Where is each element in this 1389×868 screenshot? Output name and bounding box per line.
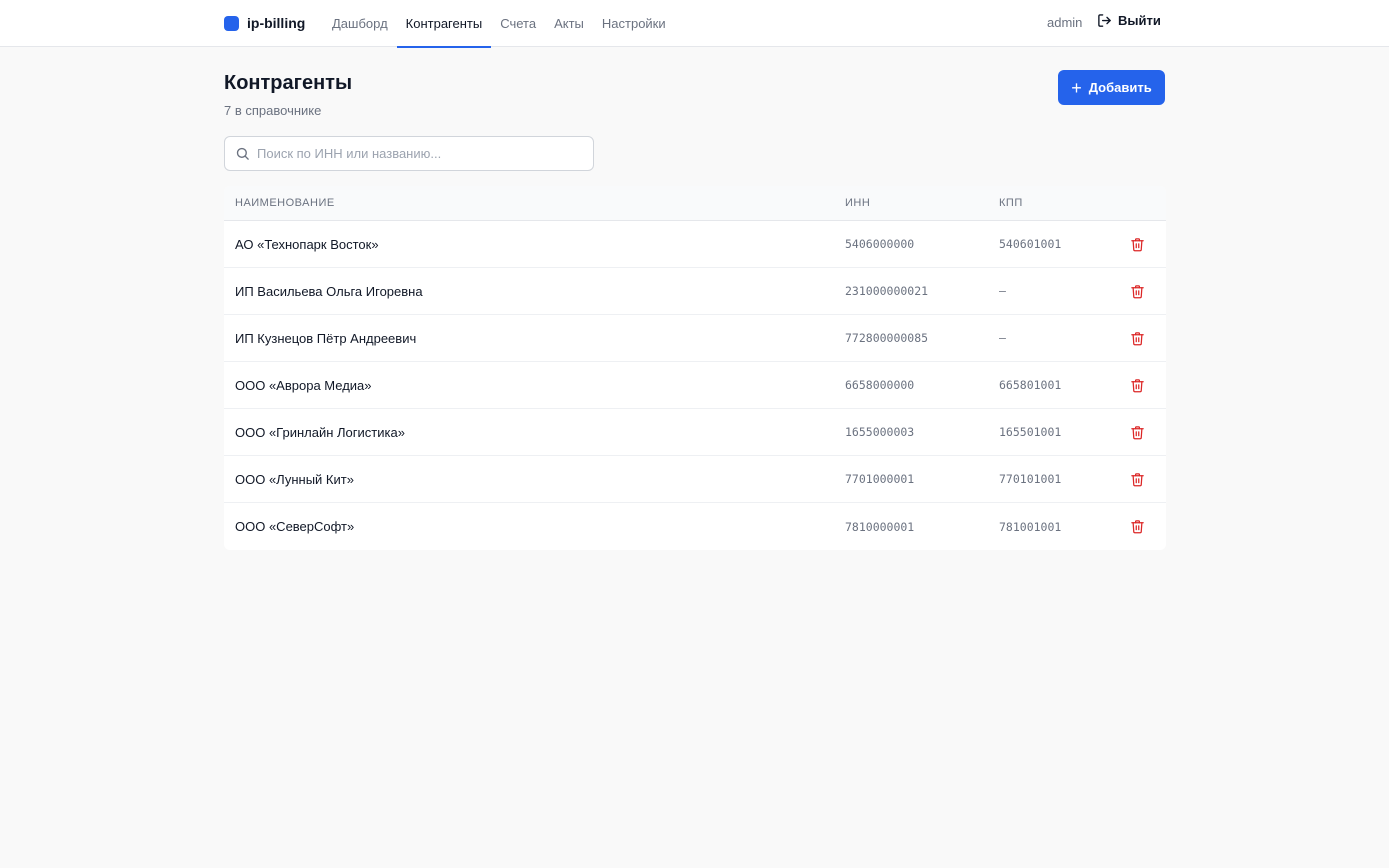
counterparty-name: ИП Васильева Ольга Игоревна <box>235 283 423 299</box>
logout-button[interactable]: Выйти <box>1097 13 1161 28</box>
delete-button[interactable] <box>1130 237 1145 257</box>
user-name: admin <box>1047 15 1083 30</box>
counterparty-inn: 772800000085 <box>845 331 929 345</box>
counterparty-kpp: 781001001 <box>999 519 1062 534</box>
page-title: Контрагенты <box>224 72 353 94</box>
counterparty-inn: 7701000001 <box>845 472 915 486</box>
table-row[interactable]: ИП Кузнецов Пётр Андреевич 772800000085 … <box>224 315 1166 362</box>
logout-icon <box>1098 14 1111 27</box>
counterparty-kpp: 665801001 <box>999 378 1062 392</box>
search-box <box>224 136 594 171</box>
delete-button[interactable] <box>1130 284 1145 304</box>
table-row[interactable]: ООО «Гринлайн Логистика» 1655000003 1655… <box>224 409 1166 456</box>
counterparty-inn: 7810000001 <box>845 519 915 534</box>
table-row[interactable]: ООО «СеверСофт» 7810000001 781001001 <box>224 503 1166 550</box>
counterparties-table: НАИМЕНОВАНИЕ ИНН КПП АО «Технопарк Восто… <box>224 186 1166 550</box>
trash-icon <box>1131 379 1144 393</box>
top-bar: ip-billing Дашборд Контрагенты Счета Акт… <box>0 0 1389 48</box>
add-button[interactable]: + Добавить <box>1058 70 1165 105</box>
header-name[interactable]: НАИМЕНОВАНИЕ <box>235 197 335 209</box>
table-row[interactable]: ООО «Лунный Кит» 7701000001 770101001 <box>224 456 1166 503</box>
search-icon <box>236 147 249 160</box>
trash-icon <box>1131 332 1144 346</box>
table-row[interactable]: ООО «Аврора Медиа» 6658000000 665801001 <box>224 362 1166 409</box>
trash-icon <box>1131 285 1144 299</box>
counterparty-inn: 5406000000 <box>845 237 915 251</box>
counterparty-kpp: 770101001 <box>999 472 1062 486</box>
table-header: НАИМЕНОВАНИЕ ИНН КПП <box>224 186 1166 221</box>
table-body: АО «Технопарк Восток» 5406000000 5406010… <box>224 221 1166 550</box>
page-subtitle: 7 в справочнике <box>224 103 322 118</box>
counterparty-kpp: — <box>999 331 1006 345</box>
counterparty-name: ИП Кузнецов Пётр Андреевич <box>235 330 417 346</box>
header-kpp[interactable]: КПП <box>999 197 1023 209</box>
nav-counterparties[interactable]: Контрагенты <box>396 0 492 48</box>
trash-icon <box>1131 426 1144 440</box>
nav-dashboard[interactable]: Дашборд <box>323 0 397 47</box>
counterparty-kpp: — <box>999 284 1006 298</box>
counterparty-inn: 231000000021 <box>845 284 929 298</box>
counterparty-kpp: 540601001 <box>999 237 1062 251</box>
logo-icon <box>224 15 239 31</box>
table-row[interactable]: ИП Васильева Ольга Игоревна 231000000021… <box>224 268 1166 315</box>
table-row[interactable]: АО «Технопарк Восток» 5406000000 5406010… <box>224 221 1166 268</box>
app-name: ip-billing <box>247 15 306 31</box>
counterparty-inn: 6658000000 <box>845 378 915 392</box>
counterparty-name: ООО «Аврора Медиа» <box>235 377 372 393</box>
counterparty-kpp: 165501001 <box>999 425 1062 439</box>
delete-button[interactable] <box>1130 331 1145 351</box>
brand[interactable]: ip-billing <box>224 15 305 31</box>
counterparty-name: ООО «Лунный Кит» <box>235 471 354 487</box>
counterparty-name: ООО «Гринлайн Логистика» <box>235 424 405 440</box>
counterparty-name: ООО «СеверСофт» <box>235 519 355 534</box>
trash-icon <box>1131 520 1144 534</box>
main-nav: Дашборд Контрагенты Счета Акты Настройки <box>323 0 675 48</box>
nav-invoices[interactable]: Счета <box>491 0 545 47</box>
nav-settings[interactable]: Настройки <box>593 0 675 47</box>
delete-button[interactable] <box>1130 425 1145 445</box>
counterparty-name: АО «Технопарк Восток» <box>235 236 379 252</box>
delete-button[interactable] <box>1130 519 1145 539</box>
delete-button[interactable] <box>1130 472 1145 492</box>
delete-button[interactable] <box>1130 378 1145 398</box>
logout-label: Выйти <box>1118 13 1161 28</box>
header-inn[interactable]: ИНН <box>845 197 870 209</box>
search-input[interactable] <box>257 146 593 161</box>
trash-icon <box>1131 473 1144 487</box>
plus-icon: + <box>1071 77 1082 98</box>
nav-acts[interactable]: Акты <box>545 0 593 47</box>
trash-icon <box>1131 238 1144 252</box>
add-button-label: Добавить <box>1088 80 1152 95</box>
counterparty-inn: 1655000003 <box>845 425 915 439</box>
